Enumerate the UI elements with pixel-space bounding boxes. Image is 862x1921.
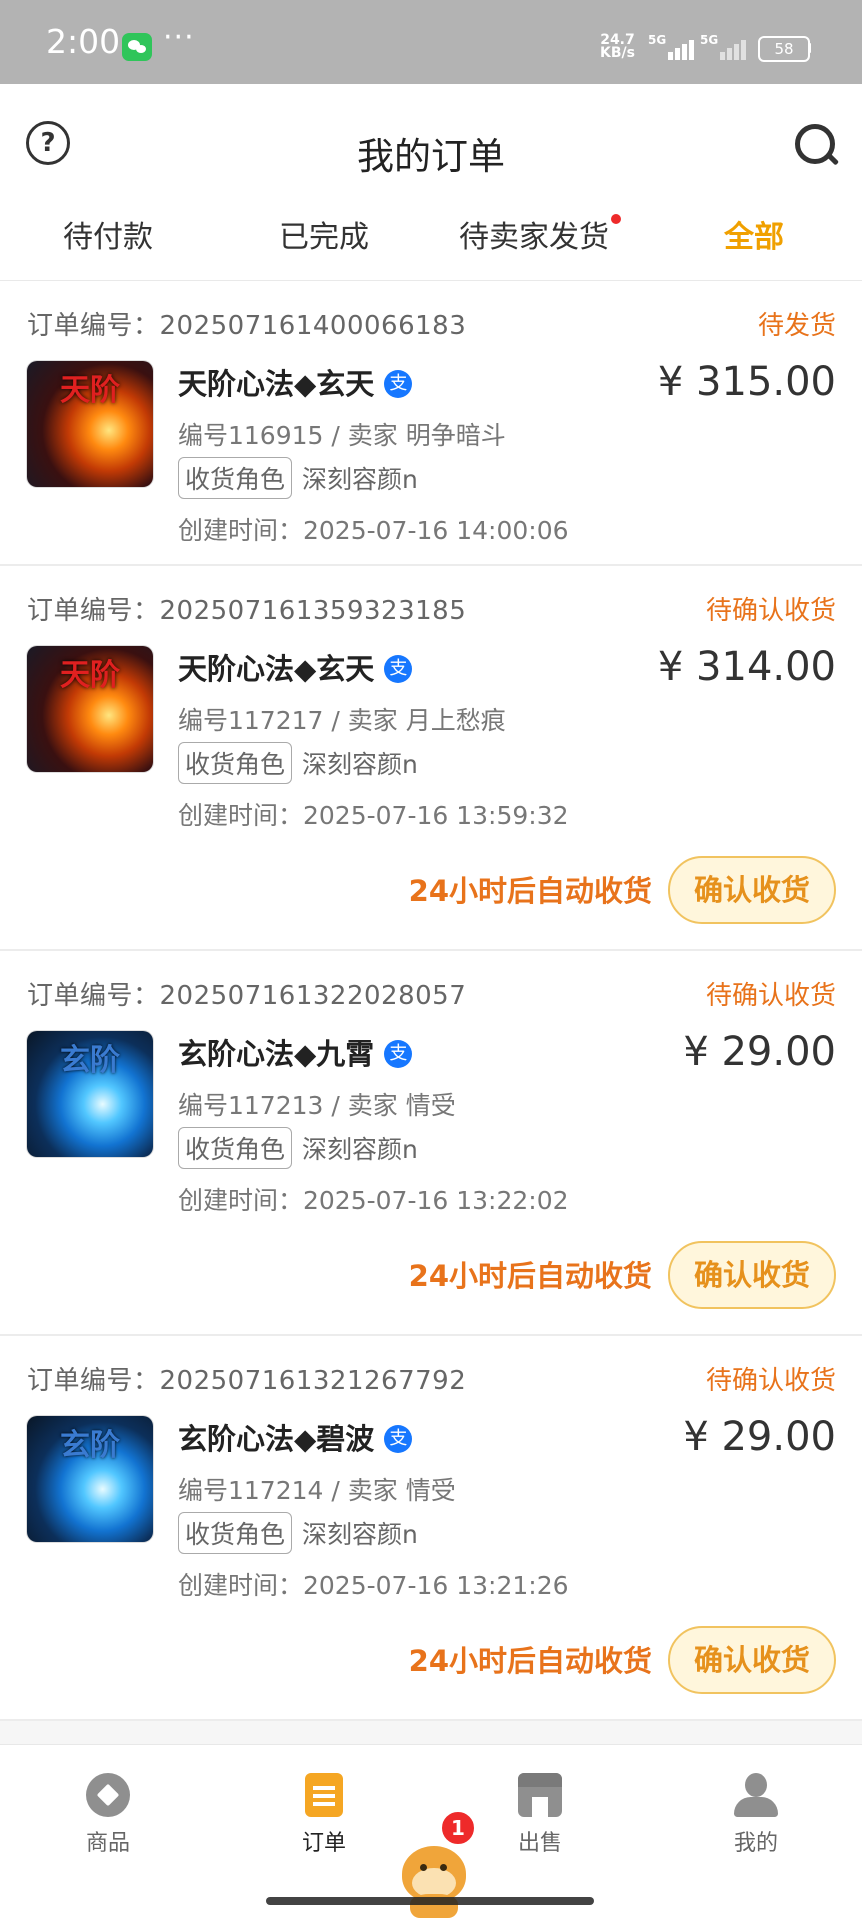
diamond-icon: [86, 1773, 130, 1817]
role-tag: 收货角色: [178, 1127, 293, 1169]
item-meta: 编号117213 / 卖家 情受: [178, 1091, 456, 1120]
item-meta: 编号117217 / 卖家 月上愁痕: [178, 706, 506, 735]
thumb-label: 天阶: [60, 658, 120, 693]
item-price: ¥ 314.00: [657, 644, 836, 690]
page-title: 我的订单: [357, 135, 505, 178]
role-tag: 收货角色: [178, 742, 293, 784]
order-card[interactable]: 订单编号：202507161321267792 待确认收货 玄阶 玄阶心法◆碧波…: [0, 1336, 862, 1721]
order-card[interactable]: 订单编号：202507161322028057 待确认收货 玄阶 玄阶心法◆九霄…: [0, 951, 862, 1336]
created-time: 创建时间：2025-07-16 13:22:02: [178, 1186, 569, 1215]
battery-icon: 58: [758, 36, 810, 62]
notification-badge: 1: [440, 1810, 476, 1846]
clipboard-icon: [305, 1773, 343, 1817]
header: ? 我的订单 待付款 已完成 待卖家发货 全部: [0, 84, 862, 281]
role-tag: 收货角色: [178, 1512, 293, 1554]
order-status: 待发货: [757, 311, 836, 341]
search-icon[interactable]: [795, 124, 835, 164]
receiver-role: 收货角色 深刻容颜n: [178, 1512, 418, 1554]
net-speed-unit: KB/s: [600, 45, 635, 61]
item-thumbnail: 天阶: [27, 361, 153, 487]
item-price: ¥ 29.00: [683, 1029, 836, 1075]
item-title: 天阶心法◆玄天支: [178, 646, 413, 688]
tab-pending-payment[interactable]: 待付款: [0, 212, 216, 256]
role-name: 深刻容颜n: [302, 1520, 418, 1549]
auto-receive-text: 24小时后自动收货: [408, 1644, 652, 1678]
item-price: ¥ 315.00: [657, 359, 836, 405]
battery-tip: [808, 43, 811, 53]
signal-sim2-icon: 5G: [700, 33, 752, 60]
confirm-receipt-button[interactable]: 确认收货: [668, 1626, 836, 1694]
gesture-home-bar[interactable]: [266, 1897, 594, 1905]
nav-item-goods[interactable]: 商品: [0, 1773, 216, 1857]
order-number: 订单编号：202507161359323185: [27, 596, 467, 626]
order-status: 待确认收货: [705, 981, 836, 1011]
signal-sim1-icon: 5G: [648, 33, 700, 60]
order-number: 订单编号：202507161400066183: [27, 311, 467, 341]
order-card[interactable]: 订单编号：202507161359323185 待确认收货 天阶 天阶心法◆玄天…: [0, 566, 862, 951]
thumb-label: 天阶: [60, 373, 120, 408]
created-time: 创建时间：2025-07-16 14:00:06: [178, 516, 569, 545]
alipay-icon: 支: [384, 655, 413, 683]
created-time: 创建时间：2025-07-16 13:21:26: [178, 1571, 569, 1600]
alipay-icon: 支: [384, 1425, 413, 1453]
auto-receive-text: 24小时后自动收货: [408, 1259, 652, 1293]
item-thumbnail: 玄阶: [27, 1031, 153, 1157]
tab-completed[interactable]: 已完成: [216, 212, 432, 256]
item-title: 天阶心法◆玄天支: [178, 361, 413, 403]
role-name: 深刻容颜n: [302, 1135, 418, 1164]
item-title: 玄阶心法◆九霄支: [178, 1031, 413, 1073]
wechat-icon: [122, 33, 152, 61]
item-meta: 编号116915 / 卖家 明争暗斗: [178, 421, 506, 450]
confirm-receipt-button[interactable]: 确认收货: [668, 856, 836, 924]
item-title: 玄阶心法◆碧波支: [178, 1416, 413, 1458]
order-number: 订单编号：202507161321267792: [27, 1366, 467, 1396]
status-bar: 2:00 ··· 24.7 KB/s 5G 5G 58: [0, 0, 862, 84]
nav-item-me[interactable]: 我的: [648, 1773, 862, 1857]
role-tag: 收货角色: [178, 457, 293, 499]
order-status: 待确认收货: [705, 1366, 836, 1396]
thumb-label: 玄阶: [60, 1428, 120, 1463]
alipay-icon: 支: [384, 370, 413, 398]
item-price: ¥ 29.00: [683, 1414, 836, 1460]
order-list: 订单编号：202507161400066183 待发货 天阶 天阶心法◆玄天支 …: [0, 281, 862, 1721]
more-notifications-icon: ···: [163, 20, 195, 55]
thumb-label: 玄阶: [60, 1043, 120, 1078]
created-time: 创建时间：2025-07-16 13:59:32: [178, 801, 569, 830]
receiver-role: 收货角色 深刻容颜n: [178, 742, 418, 784]
role-name: 深刻容颜n: [302, 465, 418, 494]
mascot-floating-button[interactable]: [398, 1838, 470, 1918]
notification-dot: [611, 214, 621, 224]
status-time: 2:00: [46, 22, 121, 61]
person-icon: [734, 1773, 778, 1817]
receiver-role: 收货角色 深刻容颜n: [178, 1127, 418, 1169]
role-name: 深刻容颜n: [302, 750, 418, 779]
tab-awaiting-shipment[interactable]: 待卖家发货: [432, 212, 648, 256]
auto-receive-text: 24小时后自动收货: [408, 874, 652, 908]
order-status: 待确认收货: [705, 596, 836, 626]
item-thumbnail: 玄阶: [27, 1416, 153, 1542]
alipay-icon: 支: [384, 1040, 413, 1068]
item-thumbnail: 天阶: [27, 646, 153, 772]
net-speed: 24.7 KB/s: [600, 33, 635, 61]
store-icon: [518, 1773, 562, 1817]
confirm-receipt-button[interactable]: 确认收货: [668, 1241, 836, 1309]
tab-all[interactable]: 全部: [646, 212, 862, 256]
order-number: 订单编号：202507161322028057: [27, 981, 467, 1011]
order-card[interactable]: 订单编号：202507161400066183 待发货 天阶 天阶心法◆玄天支 …: [0, 281, 862, 566]
item-meta: 编号117214 / 卖家 情受: [178, 1476, 456, 1505]
receiver-role: 收货角色 深刻容颜n: [178, 457, 418, 499]
